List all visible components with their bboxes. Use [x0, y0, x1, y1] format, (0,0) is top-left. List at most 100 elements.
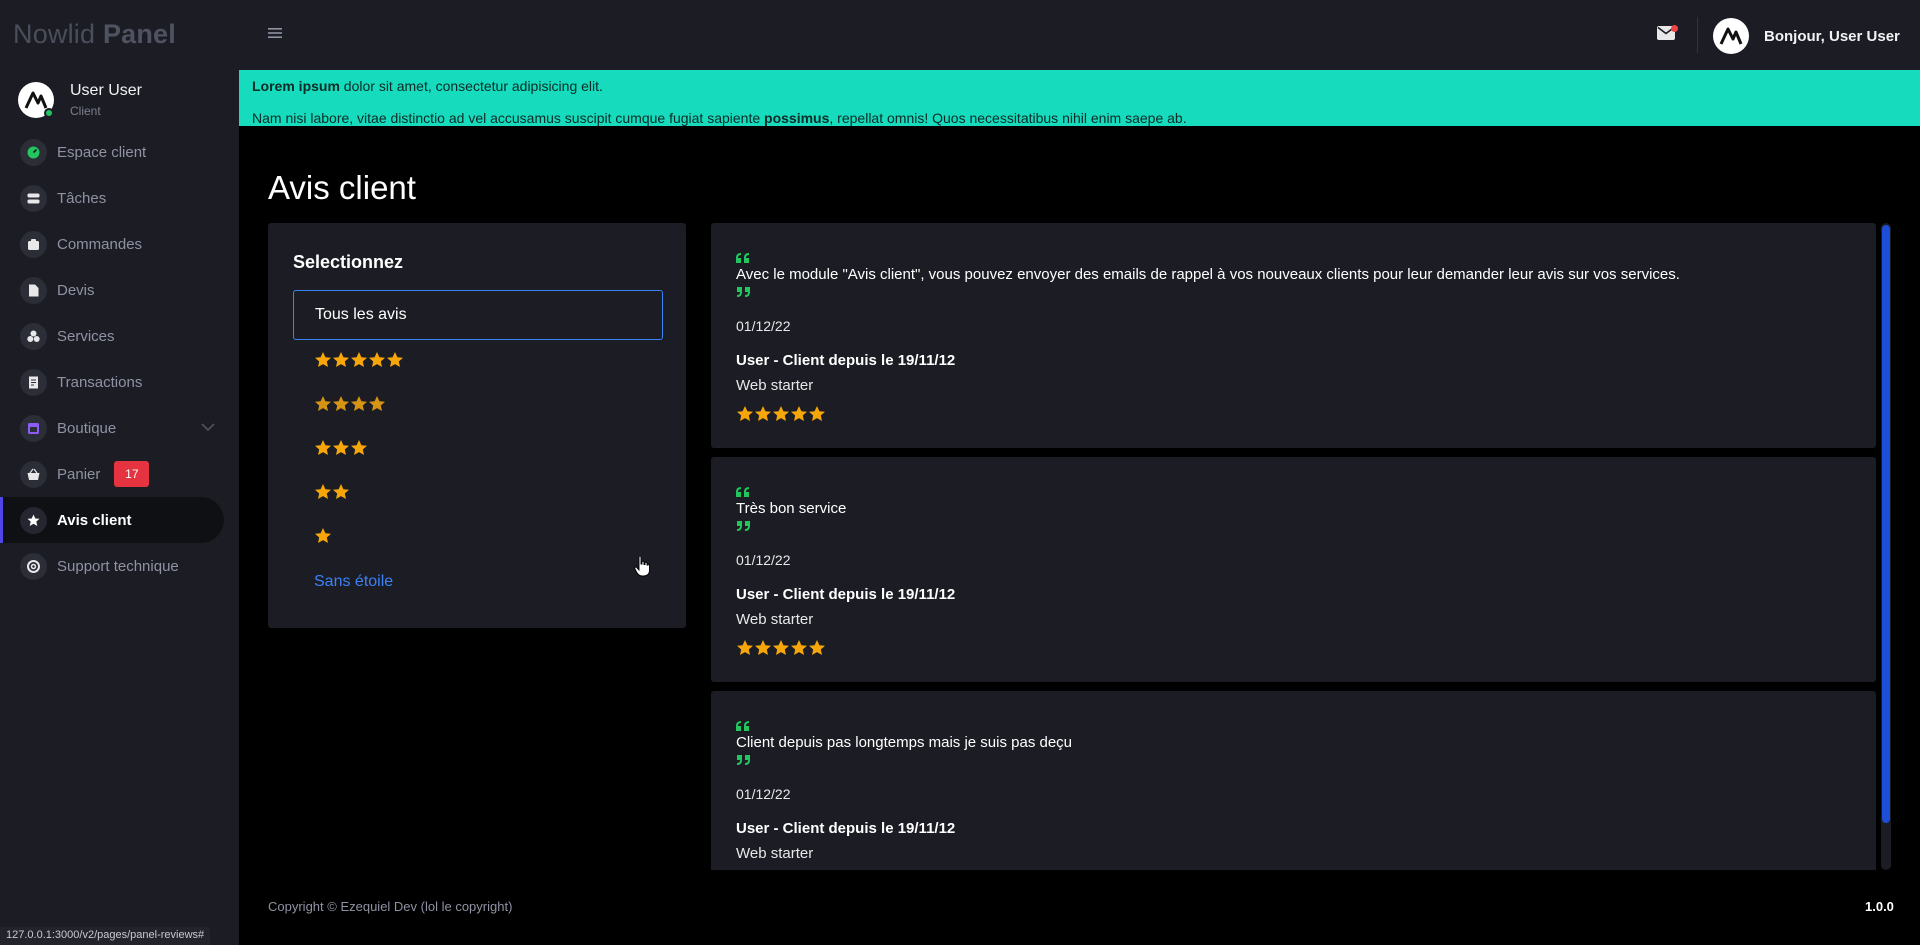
logo-mark-icon [24, 91, 48, 109]
quote-close-icon [737, 287, 750, 297]
sidebar-item-services[interactable]: Services [0, 313, 239, 359]
app-root: Nowlid Panel User User Client Espace cli… [0, 0, 1920, 945]
sidebar-item-panier[interactable]: Panier 17 [0, 451, 239, 497]
star-icon [315, 439, 331, 455]
star-icon [333, 483, 349, 499]
quote-close-icon [737, 521, 750, 531]
dashboard-icon [20, 138, 47, 166]
brand-light-text: Nowlid [13, 19, 96, 49]
sidebar-item-commandes[interactable]: Commandes [0, 221, 239, 267]
star-rating [314, 527, 332, 550]
filter-option-4-stars[interactable] [293, 384, 663, 428]
star-icon [20, 506, 47, 534]
sidebar-item-label: Devis [57, 281, 95, 299]
review-text: Avec le module "Avis client", vous pouve… [736, 266, 1680, 283]
banner-line-2-start: Nam nisi labore, vitae distinctio ad vel… [252, 110, 765, 126]
hand-cursor-icon [634, 555, 650, 577]
star-icon [315, 351, 331, 367]
filter-card: Selectionnez Tous les avis Sans étoile [268, 223, 686, 628]
filter-option-all[interactable]: Tous les avis [293, 290, 663, 340]
tasks-icon [20, 184, 47, 212]
star-icon [387, 351, 403, 367]
sidebar-item-devis[interactable]: Devis [0, 267, 239, 313]
star-icon [791, 640, 807, 655]
review-date: 01/12/22 [736, 786, 791, 802]
star-icon [333, 439, 349, 455]
review-rating [736, 639, 826, 657]
filter-option-1-stars[interactable] [293, 516, 663, 560]
sidebar-item-label: Avis client [57, 511, 132, 529]
star-icon [791, 406, 807, 421]
footer-copyright: Copyright © Ezequiel Dev (lol le copyrig… [268, 899, 513, 914]
reviews-list[interactable]: Avec le module "Avis client", vous pouve… [711, 223, 1876, 870]
hamburger-menu-icon[interactable] [268, 26, 282, 40]
review-date: 01/12/22 [736, 318, 791, 334]
banner-line-1-text: dolor sit amet, consectetur adipisicing … [339, 78, 603, 94]
logo-mark-icon [1719, 27, 1743, 45]
quote-doc-icon [20, 276, 47, 304]
review-product: Web starter [736, 845, 814, 862]
user-greeting[interactable]: Bonjour, User User [1764, 28, 1900, 45]
banner-line-1-bold: Lorem ipsum [252, 78, 340, 94]
star-icon [773, 406, 789, 421]
sidebar-item-support-technique[interactable]: Support technique [0, 543, 239, 589]
sidebar-item-label: Support technique [57, 557, 179, 575]
chevron-down-icon[interactable] [201, 422, 215, 432]
star-rating [314, 351, 404, 374]
filter-option-no-star-label: Sans étoile [314, 573, 394, 590]
sidebar-item-avis-client[interactable]: Avis client [0, 497, 224, 543]
quote-close-icon [737, 755, 750, 765]
sidebar-item-espace-client[interactable]: Espace client [0, 129, 239, 175]
sidebar-profile[interactable]: User User Client [18, 80, 228, 122]
profile-role: Client [70, 104, 101, 118]
quote-open-icon [736, 253, 749, 263]
sidebar-item-label: Services [57, 327, 115, 345]
user-avatar-button[interactable] [1713, 18, 1749, 54]
review-rating [736, 405, 826, 423]
sidebar-item-label: Panier [57, 465, 101, 483]
star-rating [314, 395, 386, 418]
sidebar-item-label: Transactions [57, 373, 143, 391]
star-icon [351, 439, 367, 455]
brand-logo[interactable]: Nowlid Panel [13, 19, 176, 50]
star-icon [351, 395, 367, 411]
review-author: User - Client depuis le 19/11/12 [736, 820, 956, 837]
star-icon [369, 351, 385, 367]
browser-status-url: 127.0.0.1:3000/v2/pages/panel-reviews# [0, 927, 211, 945]
review-card: Client depuis pas longtemps mais je suis… [711, 691, 1876, 870]
star-rating [314, 483, 350, 506]
review-text: Très bon service [736, 500, 847, 517]
filter-options: Tous les avis Sans étoile [293, 290, 663, 604]
star-icon [809, 406, 825, 421]
sidebar-item-label: Espace client [57, 143, 147, 161]
lifebuoy-icon [20, 552, 47, 580]
star-icon [809, 640, 825, 655]
star-icon [315, 527, 331, 543]
page-title: Avis client [268, 169, 416, 206]
sidebar-item-boutique[interactable]: Boutique [0, 405, 239, 451]
star-icon [737, 406, 753, 421]
sidebar-item-label: Boutique [57, 419, 117, 437]
main-content: Avis client Selectionnez Tous les avis S… [239, 142, 1920, 945]
banner-line-1: Lorem ipsum dolor sit amet, consectetur … [252, 74, 1907, 98]
star-icon [773, 640, 789, 655]
basket-icon [20, 460, 47, 488]
review-date: 01/12/22 [736, 552, 791, 568]
star-icon [369, 395, 385, 411]
notification-dot [1671, 25, 1678, 32]
sidebar-item-label: Commandes [57, 235, 143, 253]
filter-option-5-stars[interactable] [293, 340, 663, 384]
filter-option-2-stars[interactable] [293, 472, 663, 516]
filter-option-all-label: Tous les avis [315, 306, 407, 323]
quote-open-icon [736, 487, 749, 497]
review-product: Web starter [736, 377, 814, 394]
filter-option-no-star[interactable]: Sans étoile [293, 560, 663, 604]
topbar: Bonjour, User User [239, 0, 1920, 70]
review-card: Très bon service 01/12/22 User - Client de… [711, 457, 1876, 682]
sidebar-item-taches[interactable]: Tâches [0, 175, 239, 221]
sidebar-item-transactions[interactable]: Transactions [0, 359, 239, 405]
star-icon [737, 640, 753, 655]
scrollbar-thumb[interactable] [1882, 225, 1890, 823]
filter-option-3-stars[interactable] [293, 428, 663, 472]
star-icon [351, 351, 367, 367]
